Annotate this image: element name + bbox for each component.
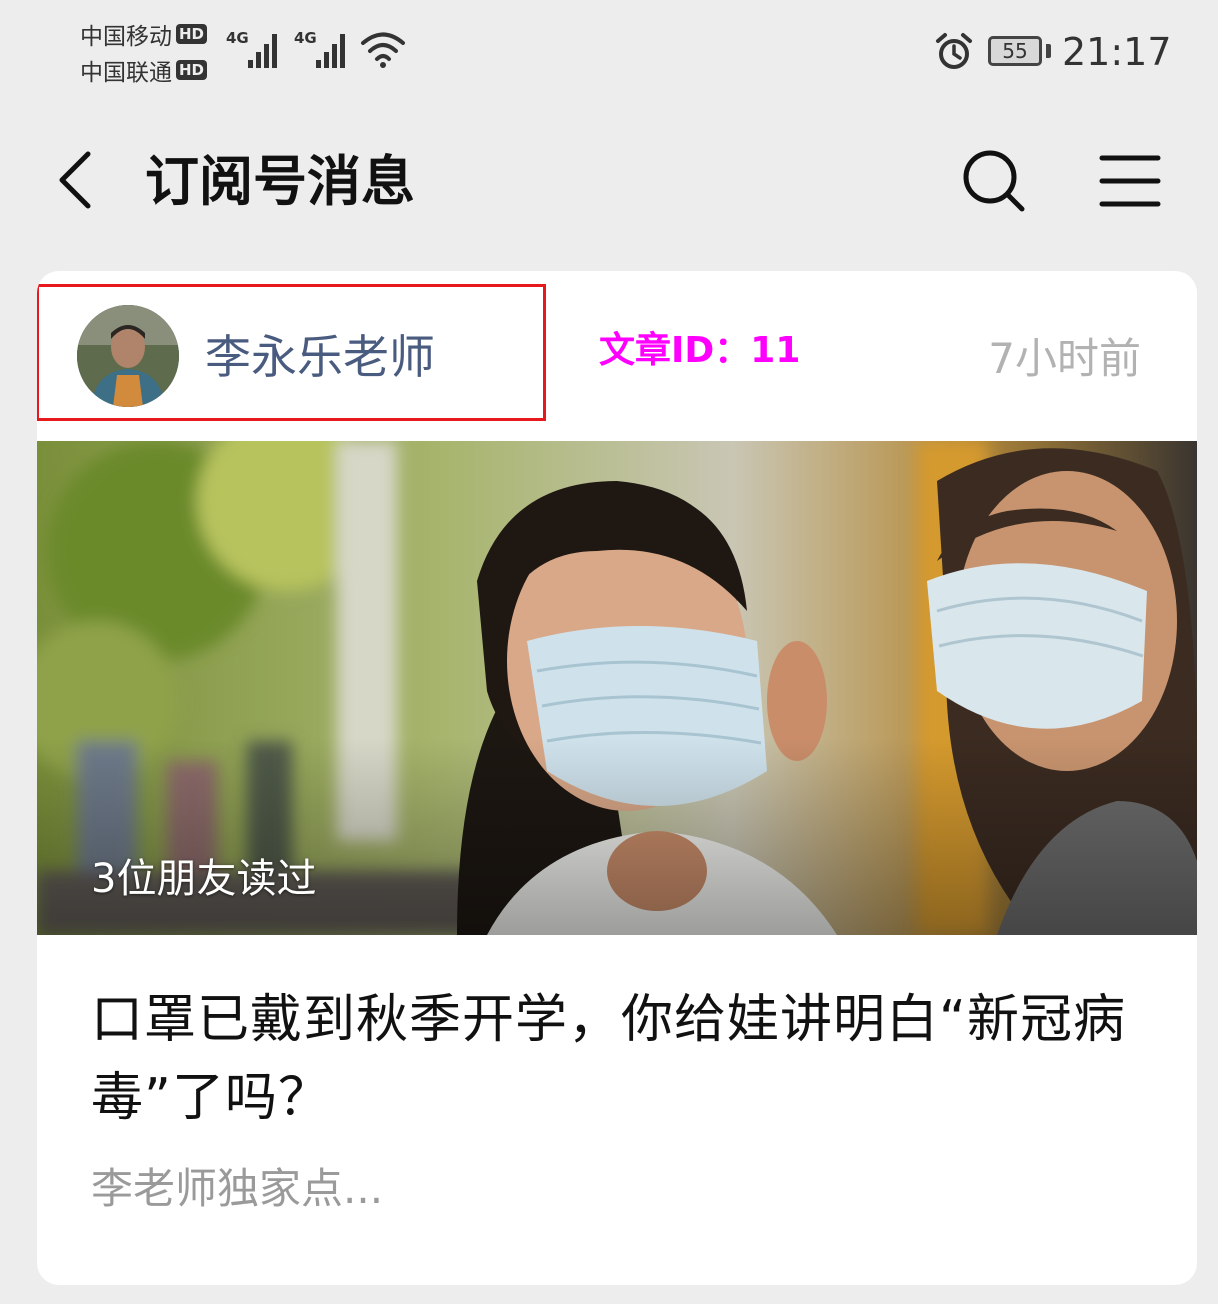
hd-badge: HD xyxy=(176,60,208,80)
wifi-icon xyxy=(361,32,405,68)
network-type: 4G xyxy=(294,29,317,47)
hd-badge: HD xyxy=(176,24,208,44)
author-name[interactable]: 李永乐老师 xyxy=(205,327,435,387)
search-icon xyxy=(963,150,1025,212)
battery-tip xyxy=(1046,44,1051,58)
carrier-name: 中国联通 xyxy=(80,60,172,86)
back-button[interactable] xyxy=(50,148,110,212)
battery-indicator: 55 xyxy=(988,36,1042,66)
status-bar: 中国移动 HD 中国联通 HD 4G 4G 55 21:17 xyxy=(0,0,1218,100)
back-arrow-icon xyxy=(59,151,91,209)
menu-icon xyxy=(1099,155,1161,207)
signal-icon: 4G xyxy=(294,29,345,68)
top-nav-bar: 订阅号消息 xyxy=(0,110,1218,250)
article-title[interactable]: 口罩已戴到秋季开学，你给娃讲明白“新冠病毒”了吗？ xyxy=(91,981,1151,1137)
network-type: 4G xyxy=(226,29,249,47)
carrier-2: 中国联通 HD xyxy=(80,52,208,88)
status-time: 21:17 xyxy=(1062,30,1172,74)
avatar-image xyxy=(77,305,179,407)
page-title: 订阅号消息 xyxy=(145,150,415,213)
menu-button[interactable] xyxy=(1096,146,1166,216)
friends-read-count: 3位朋友读过 xyxy=(91,856,317,902)
article-id-label: 文章ID：11 xyxy=(599,330,801,371)
article-card[interactable]: 李永乐老师 文章ID：11 7小时前 3位朋友读过 口罩已戴到秋季开学，你给娃讲… xyxy=(37,271,1197,1285)
carrier-name: 中国移动 xyxy=(80,24,172,50)
alarm-icon xyxy=(936,33,972,69)
article-digest: 李老师独家点... xyxy=(91,1164,384,1213)
publish-time: 7小时前 xyxy=(988,334,1141,383)
carrier-1: 中国移动 HD xyxy=(80,16,208,52)
signal-icon: 4G xyxy=(226,29,277,68)
cover-image[interactable]: 3位朋友读过 xyxy=(37,441,1197,935)
search-button[interactable] xyxy=(956,146,1032,216)
carrier-list: 中国移动 HD 中国联通 HD xyxy=(80,16,208,88)
avatar[interactable] xyxy=(77,305,179,407)
